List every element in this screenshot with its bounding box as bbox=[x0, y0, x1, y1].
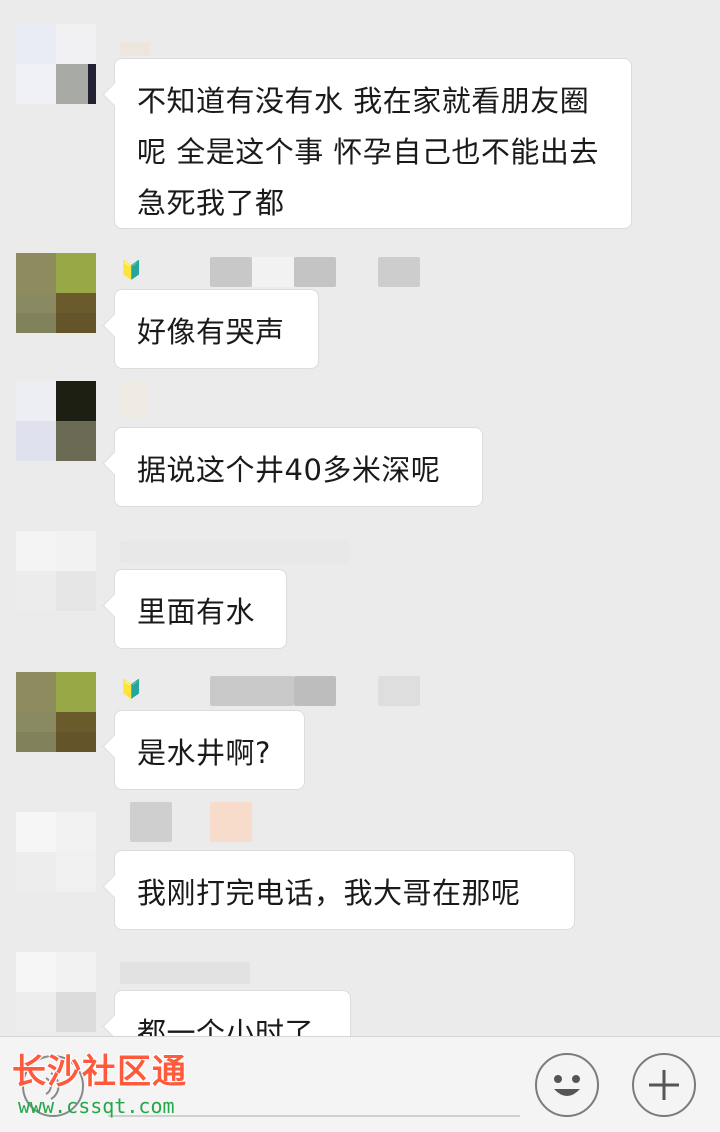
chat-message: 我刚打完电话，我大哥在那呢 bbox=[0, 802, 720, 930]
sender-nickname-blurred bbox=[120, 381, 440, 417]
message-text: 是水井啊? bbox=[137, 736, 271, 770]
sender-avatar[interactable] bbox=[16, 812, 96, 892]
chat-message: 据说这个井40多米深呢 bbox=[0, 381, 720, 509]
watermark-url: www.cssqt.com bbox=[18, 1094, 175, 1118]
message-bubble[interactable]: 我刚打完电话，我大哥在那呢 bbox=[114, 850, 575, 930]
sender-avatar[interactable] bbox=[16, 253, 96, 333]
chat-message: 🔰 好像有哭声 bbox=[0, 253, 720, 371]
message-text: 里面有水 bbox=[137, 595, 256, 629]
message-bubble[interactable]: 不知道有没有水 我在家就看朋友圈呢 全是这个事 怀孕自己也不能出去 急死我了都 bbox=[114, 58, 632, 229]
sender-avatar[interactable] bbox=[16, 672, 96, 752]
message-bubble[interactable]: 是水井啊? bbox=[114, 710, 305, 790]
emoji-icon[interactable] bbox=[535, 1053, 599, 1117]
sender-avatar[interactable] bbox=[16, 381, 96, 461]
message-bubble[interactable]: 都一个小时了 bbox=[114, 990, 351, 1036]
message-text: 都一个小时了 bbox=[137, 1016, 315, 1036]
sender-nickname-blurred bbox=[120, 952, 440, 988]
plus-icon[interactable] bbox=[632, 1053, 696, 1117]
newbie-badge-icon: 🔰 bbox=[120, 260, 143, 281]
sender-avatar[interactable] bbox=[16, 952, 96, 1032]
message-text: 据说这个井40多米深呢 bbox=[137, 453, 441, 487]
sender-nickname-blurred bbox=[120, 24, 440, 60]
message-bubble[interactable]: 据说这个井40多米深呢 bbox=[114, 427, 483, 507]
site-watermark: 长沙社区通 www.cssqt.com bbox=[12, 1052, 242, 1122]
message-bubble[interactable]: 里面有水 bbox=[114, 569, 287, 649]
sender-nickname-blurred: 🔰 bbox=[120, 253, 440, 289]
message-text: 不知道有没有水 我在家就看朋友圈呢 全是这个事 怀孕自己也不能出去 急死我了都 bbox=[137, 84, 599, 220]
sender-nickname-blurred bbox=[120, 531, 440, 567]
chat-message: 🔰 是水井啊? bbox=[0, 672, 720, 790]
watermark-name: 长沙社区通 bbox=[12, 1052, 187, 1092]
message-text: 我刚打完电话，我大哥在那呢 bbox=[137, 876, 521, 910]
sender-avatar[interactable] bbox=[16, 531, 96, 611]
chat-message-list[interactable]: 不知道有没有水 我在家就看朋友圈呢 全是这个事 怀孕自己也不能出去 急死我了都 … bbox=[0, 0, 720, 1036]
chat-message: 里面有水 bbox=[0, 531, 720, 649]
sender-nickname-blurred bbox=[120, 802, 440, 848]
sender-avatar[interactable] bbox=[16, 24, 96, 104]
sender-nickname-blurred: 🔰 bbox=[120, 672, 440, 708]
chat-message: 不知道有没有水 我在家就看朋友圈呢 全是这个事 怀孕自己也不能出去 急死我了都 bbox=[0, 24, 720, 230]
message-text: 好像有哭声 bbox=[137, 315, 285, 349]
message-bubble[interactable]: 好像有哭声 bbox=[114, 289, 319, 369]
chat-message: 都一个小时了 bbox=[0, 952, 720, 1036]
newbie-badge-icon: 🔰 bbox=[120, 679, 143, 700]
